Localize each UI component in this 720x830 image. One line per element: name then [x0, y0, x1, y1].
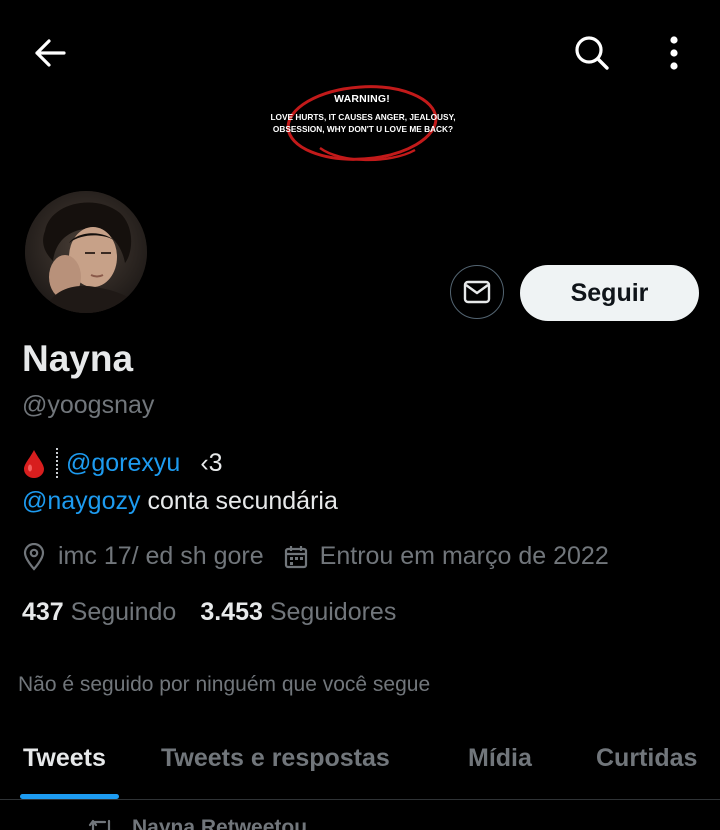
- profile-meta: imc 17/ ed sh gore Entrou em março de 20…: [22, 542, 609, 571]
- back-button[interactable]: [22, 30, 78, 76]
- search-button[interactable]: [566, 30, 618, 76]
- username-handle: @yoogsnay: [22, 391, 155, 419]
- profile-banner[interactable]: WARNING! LOVE HURTS, IT CAUSES ANGER, JE…: [250, 78, 480, 170]
- location-pin-icon: [22, 542, 46, 571]
- more-options-button[interactable]: [650, 30, 698, 76]
- dotted-separator: [56, 448, 58, 478]
- profile-tabs: Tweets Tweets e respostas Mídia Curtidas: [0, 740, 720, 800]
- follow-counts: 437 Seguindo 3.453 Seguidores: [22, 598, 396, 627]
- tab-likes[interactable]: Curtidas: [596, 744, 697, 773]
- following-label: Seguindo: [70, 598, 177, 626]
- blood-drop-icon: [22, 448, 46, 478]
- followers-count: 3.453: [200, 598, 263, 626]
- retweet-context-text: Nayna Retweetou: [132, 816, 308, 830]
- banner-line-2: OBSESSION, WHY DON'T U LOVE ME BACK?: [272, 124, 454, 134]
- search-icon: [575, 36, 609, 70]
- tab-media[interactable]: Mídia: [468, 744, 532, 773]
- location-text: imc 17/ ed sh gore: [58, 542, 264, 570]
- follow-button[interactable]: Seguir: [520, 265, 699, 321]
- calendar-icon: [284, 545, 308, 569]
- following-count: 437: [22, 598, 64, 626]
- bio-line-1: @gorexyu ‹3: [22, 448, 223, 478]
- bio-text: conta secundária: [140, 487, 338, 515]
- retweet-icon: [88, 817, 114, 830]
- banner-text: LOVE HURTS, IT CAUSES ANGER, JEALOUSY, O…: [254, 111, 472, 135]
- following-link[interactable]: 437 Seguindo: [22, 598, 176, 626]
- banner-line-1: LOVE HURTS, IT CAUSES ANGER, JEALOUSY,: [270, 112, 456, 122]
- bio-mention-naygozy[interactable]: @naygozy: [22, 487, 141, 516]
- tab-tweets[interactable]: Tweets: [23, 744, 106, 773]
- arrow-left-icon: [35, 39, 66, 67]
- bio-line-2: @naygozy conta secundária: [22, 487, 338, 516]
- message-button[interactable]: [450, 265, 504, 319]
- avatar-photo: [25, 191, 147, 313]
- bio-heart-text: ‹3: [200, 448, 223, 477]
- followers-label: Seguidores: [269, 598, 397, 626]
- envelope-icon: [463, 280, 491, 304]
- followers-link[interactable]: 3.453 Seguidores: [200, 598, 396, 626]
- avatar[interactable]: [25, 191, 147, 313]
- bio-mention-gorexyu[interactable]: @gorexyu: [66, 449, 180, 478]
- followed-by-note: Não é seguido por ninguém que você segue: [18, 673, 431, 696]
- joined-date: Entrou em março de 2022: [319, 542, 609, 570]
- more-vertical-icon: [670, 36, 678, 70]
- profile-screen: WARNING! LOVE HURTS, IT CAUSES ANGER, JE…: [0, 0, 720, 830]
- tabs-divider: [0, 799, 720, 800]
- display-name: Nayna: [22, 338, 134, 379]
- tab-tweets-and-replies[interactable]: Tweets e respostas: [161, 744, 390, 773]
- retweet-context[interactable]: Nayna Retweetou: [88, 816, 307, 830]
- banner-warning-title: WARNING!: [334, 93, 390, 105]
